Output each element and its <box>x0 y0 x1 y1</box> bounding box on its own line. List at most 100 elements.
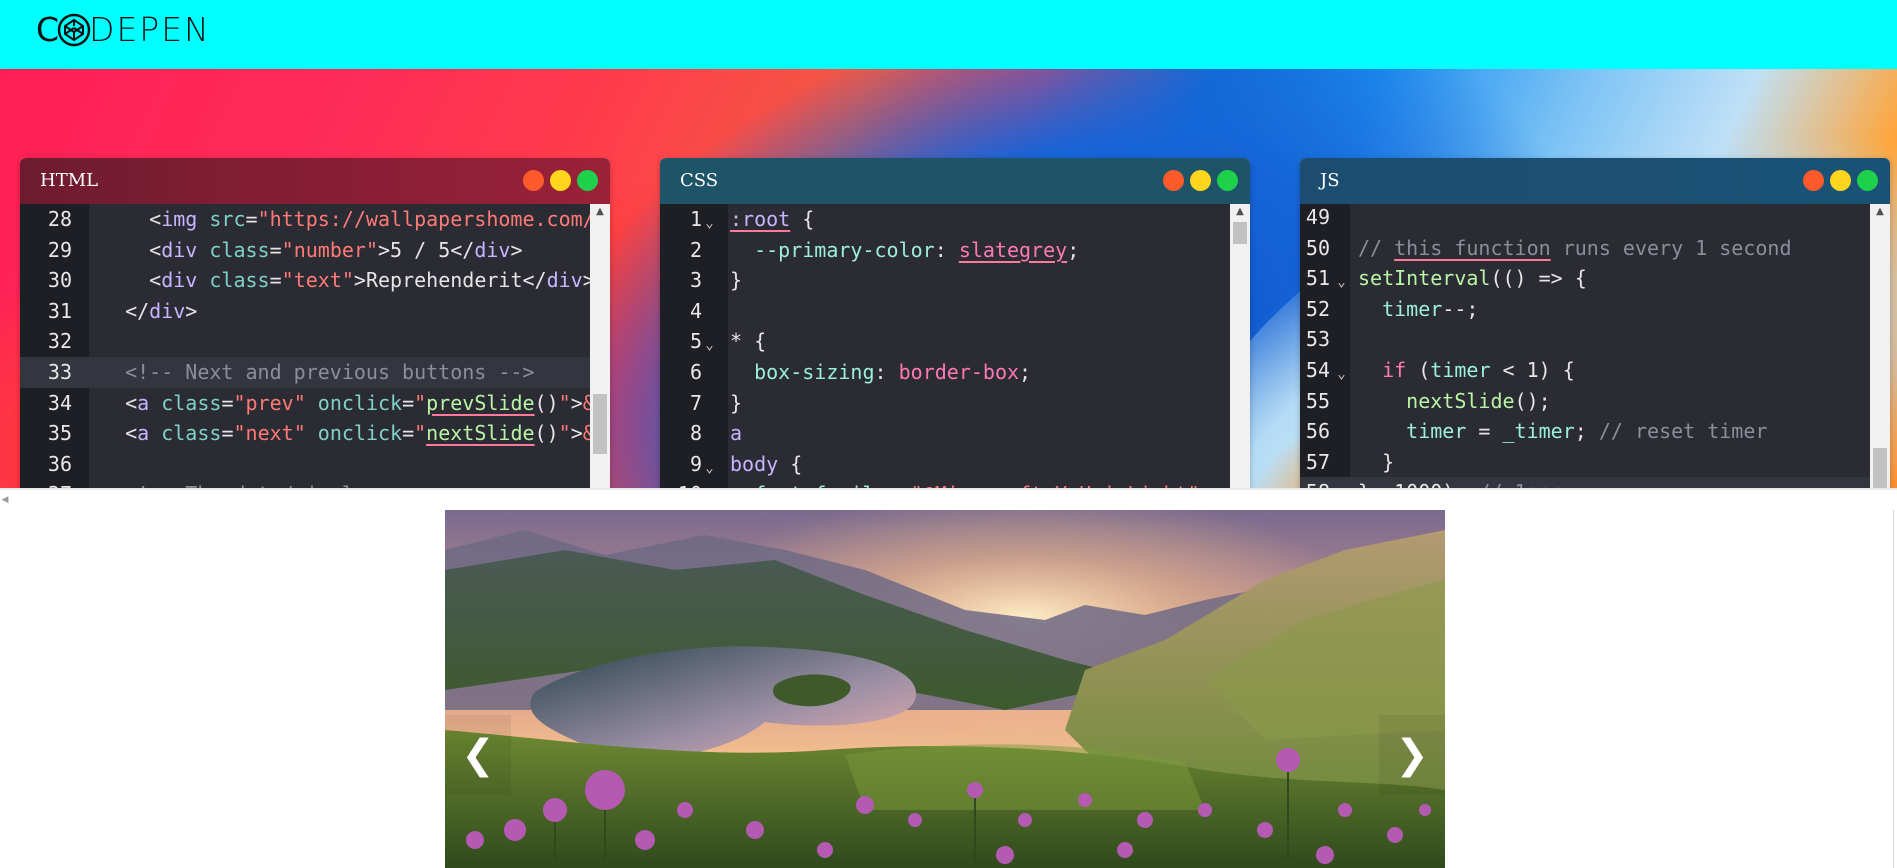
prev-slide-button[interactable]: ❮ <box>445 715 511 795</box>
code-text: --primary-color: slategrey; <box>754 237 1080 262</box>
scroll-up-icon[interactable]: ▲ <box>590 204 610 220</box>
line-number: 3 <box>689 268 702 293</box>
line-number: 55 <box>1305 388 1330 413</box>
line-number: 57 <box>1305 449 1330 474</box>
line-number: 5 <box>689 329 702 354</box>
codepen-header: C DEPEN <box>0 0 1897 69</box>
result-preview: ◀ ❮ ❯ <box>0 490 1897 868</box>
minimize-icon[interactable] <box>1830 170 1851 191</box>
code-line[interactable]: 29 <div class="number">5 / 5</div> <box>20 235 610 266</box>
code-lines: 1 ⌄:root { 2 --primary-color: slategrey; … <box>660 204 1250 490</box>
code-text: } <box>1358 449 1395 474</box>
code-line[interactable]: 52 timer--; <box>1300 294 1890 325</box>
js-code-pane[interactable]: 49 50 // this function runs every 1 secon… <box>1300 204 1890 490</box>
maximize-icon[interactable] <box>577 170 598 191</box>
code-text: timer = _timer; // reset timer <box>1406 419 1768 444</box>
css-editor-titlebar[interactable]: CSS <box>660 158 1250 204</box>
close-icon[interactable] <box>1803 170 1824 191</box>
line-number: 30 <box>47 268 72 293</box>
html-editor-titlebar[interactable]: HTML <box>20 158 610 204</box>
css-editor-title: CSS <box>680 170 719 191</box>
scroll-left-icon[interactable]: ◀ <box>0 490 10 510</box>
code-line[interactable]: 57 } <box>1300 447 1890 478</box>
js-editor-titlebar[interactable]: JS <box>1300 158 1890 204</box>
maximize-icon[interactable] <box>1217 170 1238 191</box>
code-text: a <box>730 421 743 446</box>
line-number: 32 <box>47 329 72 354</box>
code-line[interactable]: 31 </div> <box>20 296 610 327</box>
scrollbar-thumb[interactable] <box>593 394 607 454</box>
line-number: 9 <box>689 451 702 476</box>
code-text: <a class="next" onclick="nextSlide()">&#… <box>101 421 610 446</box>
editor-area: HTML 28 <img src="https://wallpapershome… <box>0 69 1897 490</box>
minimize-icon[interactable] <box>1190 170 1211 191</box>
slideshow-image: ❮ ❯ <box>445 510 1445 868</box>
scroll-up-icon[interactable]: ▲ <box>1230 204 1250 220</box>
code-text: box-sizing: border-box; <box>754 359 1032 384</box>
code-text: setInterval(() => { <box>1358 266 1587 291</box>
close-icon[interactable] <box>1163 170 1184 191</box>
code-line[interactable]: 3} <box>660 265 1250 296</box>
css-editor-window: CSS 1 ⌄:root { 2 --primary-color: slategr… <box>660 158 1250 490</box>
code-line[interactable]: 28 <img src="https://wallpapershome.com/… <box>20 204 610 235</box>
code-line[interactable]: 4 <box>660 296 1250 327</box>
maximize-icon[interactable] <box>1857 170 1878 191</box>
line-number: 31 <box>47 298 72 323</box>
code-line[interactable]: 2 --primary-color: slategrey; <box>660 235 1250 266</box>
html-code-pane[interactable]: 28 <img src="https://wallpapershome.com/… <box>20 204 610 490</box>
logo-text: DEPEN <box>89 10 211 49</box>
code-line[interactable]: 9 ⌄ body { <box>660 449 1250 480</box>
line-number: 50 <box>1305 235 1330 260</box>
line-number: 7 <box>689 390 702 415</box>
code-line[interactable]: 36 <box>20 449 610 480</box>
window-controls <box>523 170 598 191</box>
code-line[interactable]: 50 // this function runs every 1 second <box>1300 233 1890 264</box>
code-text: :root { <box>730 207 815 231</box>
code-text: nextSlide(); <box>1406 388 1551 413</box>
code-text: <!-- Next and previous buttons --> <box>101 359 535 384</box>
code-line[interactable]: 35 <a class="next" onclick="nextSlide()"… <box>20 418 610 449</box>
code-line[interactable]: 1 ⌄:root { <box>660 204 1250 235</box>
css-code-pane[interactable]: 1 ⌄:root { 2 --primary-color: slategrey; … <box>660 204 1250 490</box>
minimize-icon[interactable] <box>550 170 571 191</box>
codepen-cube-icon <box>57 13 91 47</box>
line-number: 35 <box>47 421 72 446</box>
code-line[interactable]: 55 nextSlide(); <box>1300 386 1890 417</box>
code-line[interactable]: 6 box-sizing: border-box; <box>660 357 1250 388</box>
codepen-logo[interactable]: C DEPEN <box>36 9 211 51</box>
code-line[interactable]: 32 <box>20 326 610 357</box>
line-number: 4 <box>689 298 702 323</box>
window-controls <box>1803 170 1878 191</box>
vertical-scrollbar[interactable]: ▲ ▼ <box>1870 204 1890 490</box>
code-text: if (timer < 1) { <box>1382 357 1575 382</box>
code-line[interactable]: 34 <a class="prev" onclick="prevSlide()"… <box>20 388 610 419</box>
window-controls <box>1163 170 1238 191</box>
js-editor-window: JS 49 50 // this function runs every 1 se… <box>1300 158 1890 490</box>
code-line[interactable]: 7} <box>660 388 1250 419</box>
code-line-active[interactable]: 33 <!-- Next and previous buttons --> <box>20 356 610 388</box>
line-number: 2 <box>689 237 702 262</box>
scrollbar-thumb[interactable] <box>1873 448 1887 490</box>
vertical-scrollbar[interactable]: ▲ ▼ <box>590 204 610 490</box>
code-line[interactable]: 53 <box>1300 324 1890 355</box>
code-line[interactable]: 56 timer = _timer; // reset timer <box>1300 416 1890 447</box>
line-number: 8 <box>689 421 702 446</box>
vertical-scrollbar[interactable]: ▲ ▼ <box>1230 204 1250 490</box>
line-number: 28 <box>47 207 72 231</box>
scrollbar-thumb[interactable] <box>1233 222 1247 244</box>
code-line[interactable]: 51 ⌄ setInterval(() => { <box>1300 263 1890 294</box>
code-line[interactable]: 30 <div class="text">Reprehenderit</div> <box>20 265 610 296</box>
next-slide-button[interactable]: ❯ <box>1379 715 1445 795</box>
line-number: 53 <box>1305 327 1330 352</box>
html-editor-window: HTML 28 <img src="https://wallpapershome… <box>20 158 610 490</box>
close-icon[interactable] <box>523 170 544 191</box>
code-line[interactable]: 5 ⌄ * { <box>660 326 1250 357</box>
divider <box>1893 510 1894 868</box>
code-text: <a class="prev" onclick="prevSlide()">&#… <box>101 390 610 415</box>
scroll-up-icon[interactable]: ▲ <box>1870 204 1890 220</box>
code-text: </div> <box>101 298 198 323</box>
code-line[interactable]: 54 ⌄ if (timer < 1) { <box>1300 355 1890 386</box>
code-line[interactable]: 8a <box>660 418 1250 449</box>
code-line[interactable]: 49 <box>1300 204 1890 233</box>
line-number: 29 <box>47 237 72 262</box>
